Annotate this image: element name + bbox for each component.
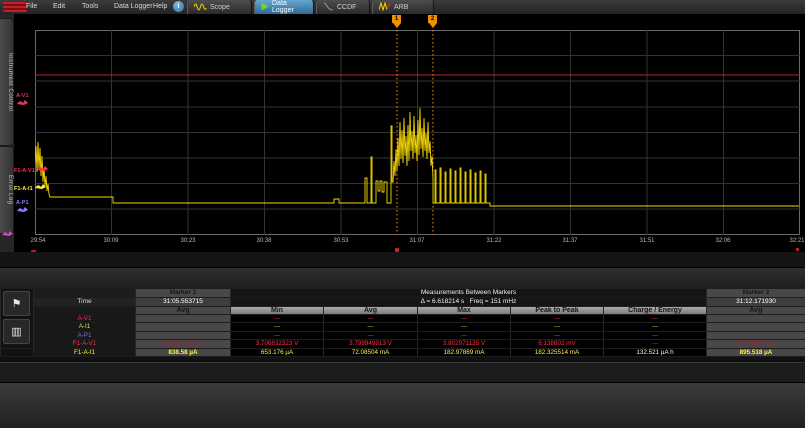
table-row-f1-a-i1[interactable]: F1-A-I1 838.58 µA 653.176 µA 72.08504 mA… xyxy=(0,349,805,357)
trace-arrow-icon xyxy=(34,183,47,190)
scope-waveform-icon xyxy=(194,2,207,13)
marker1-number: 1 xyxy=(392,15,401,23)
measurements-table: Marker 1 Measurements Between Markers Ma… xyxy=(0,289,805,360)
x-tick: 32:21 xyxy=(789,238,804,244)
trace-label-a-v1[interactable]: A-V1 xyxy=(16,93,29,108)
trace-ref-icon xyxy=(1,230,14,239)
col-peak-to-peak[interactable]: Peak to Peak xyxy=(510,307,603,315)
sidebar-tab-error-log[interactable]: Error Log xyxy=(0,146,14,234)
x-tick: 30:23 xyxy=(180,238,195,244)
x-tick: 30:09 xyxy=(103,238,118,244)
app-window: File Edit Tools Data Logger Help i Scope… xyxy=(0,0,805,428)
table-row-a-i1[interactable]: A-I1 --- --- --- --- --- xyxy=(0,323,805,331)
tab-ccdf-label: CCDF xyxy=(337,4,356,11)
time-scrollbar: « ‹ › » xyxy=(0,252,805,267)
trace-label-a-p1[interactable]: A-P1 xyxy=(16,200,29,215)
trace-label-f1-a-v1[interactable]: F1-A-V1 xyxy=(14,165,49,174)
trace-arrow-icon xyxy=(36,165,49,172)
left-sidebar: Instrument Control Error Log xyxy=(0,14,14,254)
delta-freq-readout: Δ = 6.618214 s Freq = 151 mHz xyxy=(230,298,706,307)
menu-file[interactable]: File xyxy=(26,3,37,10)
trace-arrow-icon xyxy=(16,206,29,213)
marker2-avg-header: Avg xyxy=(706,307,805,315)
arb-waveform-icon xyxy=(379,2,391,13)
menu-edit[interactable]: Edit xyxy=(53,3,65,10)
between-markers-header: Measurements Between Markers xyxy=(230,289,706,298)
tab-arb-label: ARB xyxy=(394,4,408,11)
tab-ccdf[interactable]: CCDF xyxy=(316,0,370,14)
tab-data-logger[interactable]: Data Logger xyxy=(254,0,314,14)
marker2-flag[interactable]: 2 xyxy=(428,15,437,28)
x-tick: 29:54 xyxy=(30,238,45,244)
waveform-plot[interactable] xyxy=(35,30,800,235)
x-tick: 31:22 xyxy=(486,238,501,244)
axis-marker-dot xyxy=(796,248,799,251)
marker1-avg-header: Avg xyxy=(135,307,230,315)
col-min[interactable]: Min xyxy=(230,307,323,315)
menu-data-logger[interactable]: Data Logger xyxy=(114,3,153,10)
trace-label-f1-a-i1[interactable]: F1-A-I1 xyxy=(14,183,47,192)
table-row-f1-a-v1[interactable]: F1-A-V1 3.799809313 V 3.706832323 V 3.79… xyxy=(0,340,805,348)
marker2-header: Marker 2 xyxy=(706,289,805,298)
marker2-number: 2 xyxy=(428,15,437,23)
x-tick: 30:53 xyxy=(333,238,348,244)
marker1-time: 31:05.553715 xyxy=(135,298,230,307)
col-charge-energy[interactable]: Charge / Energy xyxy=(603,307,706,315)
col-max[interactable]: Max xyxy=(417,307,510,315)
marker-tools-button[interactable]: ⚑ xyxy=(3,291,30,316)
marker2-arrow-icon xyxy=(429,23,437,28)
col-avg[interactable]: Avg xyxy=(323,307,417,315)
trace-arrow-icon xyxy=(16,99,29,106)
x-tick: 31:37 xyxy=(562,238,577,244)
x-tick: 31:51 xyxy=(639,238,654,244)
marker1-header: Marker 1 xyxy=(135,289,230,298)
marker2-time: 31:12.171930 xyxy=(706,298,805,307)
x-tick: 30:38 xyxy=(256,238,271,244)
table-row-a-p1[interactable]: A-P1 --- --- --- --- --- xyxy=(0,332,805,340)
logger-toolbar: Stopped Markers & Measurements ▾ ⊕ Auto … xyxy=(0,267,805,290)
tab-data-logger-label: Data Logger xyxy=(272,0,307,14)
marker1-flag[interactable]: 1 xyxy=(392,15,401,28)
table-row-a-v1[interactable]: A-V1 --- --- --- --- --- xyxy=(0,315,805,323)
menu-help[interactable]: Help xyxy=(153,3,167,10)
tab-scope[interactable]: Scope xyxy=(187,0,252,14)
status-bar: 14.674 s /▾ Duration: 000:00:30 Period: … xyxy=(0,362,805,383)
app-logo-icon xyxy=(3,2,27,12)
time-column-label: Time xyxy=(33,298,135,307)
play-icon xyxy=(261,2,269,13)
x-tick: 31:07 xyxy=(409,238,424,244)
instrument-panel: INSTRUMENTS OUTPUTS xx测试-P1W测量 × ACTIVE … xyxy=(0,382,805,428)
sidebar-tab-instrument-control[interactable]: Instrument Control xyxy=(0,18,14,146)
top-menu-bar: File Edit Tools Data Logger Help i Scope… xyxy=(0,0,805,15)
ccdf-curve-icon xyxy=(323,2,334,13)
tab-scope-label: Scope xyxy=(210,4,230,11)
marker1-arrow-icon xyxy=(393,23,401,28)
tab-arb[interactable]: ARB xyxy=(372,0,434,14)
column-view-button[interactable]: ▥ xyxy=(3,319,30,344)
menu-tools[interactable]: Tools xyxy=(82,3,98,10)
info-icon[interactable]: i xyxy=(173,1,184,12)
x-tick: 32:06 xyxy=(715,238,730,244)
